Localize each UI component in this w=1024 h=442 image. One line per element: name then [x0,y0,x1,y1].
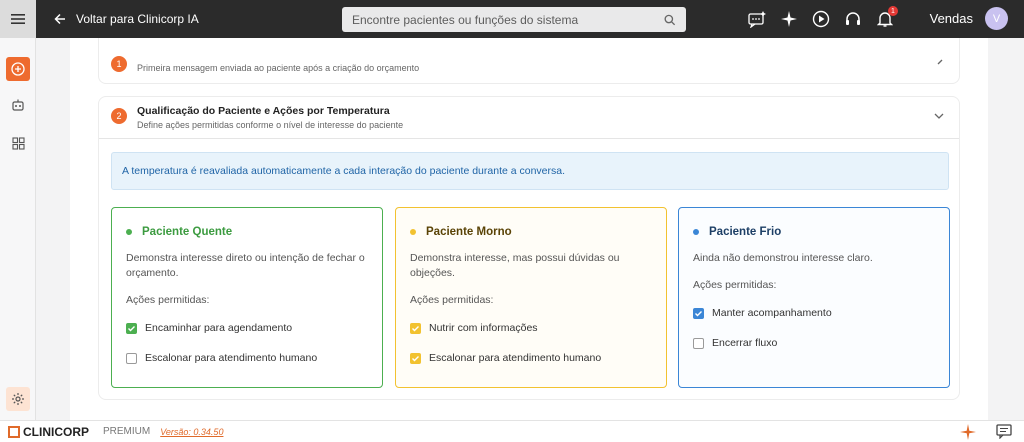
logo-text: CLINICORP [23,424,89,439]
step-number: 2 [111,108,127,124]
section-first-message[interactable]: 1 Primeira mensagem enviada ao paciente … [98,38,960,84]
search-box[interactable] [342,7,686,32]
hamburger-icon [11,14,25,24]
dashboard-button[interactable] [6,131,30,155]
top-bar: Voltar para Clinicorp IA 1 Vendas V [0,0,1024,38]
search-input[interactable] [352,12,665,27]
option-label: Escalonar para atendimento humano [429,352,602,364]
card-warm-patient: Paciente Morno Demonstra interesse, mas … [395,207,667,388]
status-dot [410,229,416,235]
card-title-text: Paciente Frio [709,226,782,238]
robot-button[interactable] [6,93,30,117]
card-cold-patient: Paciente Frio Ainda não demonstrou inter… [678,207,950,388]
card-hot-patient: Paciente Quente Demonstra interesse dire… [111,207,383,388]
bell-icon[interactable]: 1 [874,6,898,30]
card-description: Demonstra interesse, mas possui dúvidas … [410,252,620,279]
add-button[interactable] [6,57,30,81]
user-menu[interactable]: Vendas V [930,7,1008,30]
option-label: Encerrar fluxo [712,337,778,349]
card-description: Ainda não demonstrou interesse claro. [693,252,873,264]
section-subtitle: Primeira mensagem enviada ao paciente ap… [137,63,420,73]
brand-logo: CLINICORP [8,425,89,439]
option-escalate[interactable]: Escalonar para atendimento humano [126,352,317,364]
chevron-down-icon[interactable] [933,111,945,121]
status-dot [126,229,132,235]
checkbox[interactable] [126,322,137,334]
card-title-text: Paciente Quente [142,226,233,238]
option-label: Escalonar para atendimento humano [145,352,318,364]
main-content: 1 Primeira mensagem enviada ao paciente … [70,38,988,420]
option-schedule[interactable]: Encaminhar para agendamento [126,322,292,334]
option-escalate[interactable]: Escalonar para atendimento humano [410,352,601,364]
chat-icon[interactable] [996,424,1012,439]
checkbox[interactable] [126,352,137,364]
robot-icon [12,99,24,111]
menu-button[interactable] [0,0,36,38]
info-banner: A temperatura é reavaliada automaticamen… [111,152,949,190]
section-subtitle: Define ações permitidas conforme o nível… [137,120,404,130]
check-icon [695,310,702,316]
version-link[interactable]: Versão: 0.34.50 [160,427,223,437]
section-qualification: 2 Qualificação do Paciente e Ações por T… [98,96,960,400]
option-end-flow[interactable]: Encerrar fluxo [693,337,777,349]
option-label: Encaminhar para agendamento [145,322,293,334]
actions-label: Ações permitidas: [126,294,210,306]
sidebar [0,38,36,420]
plus-circle-icon [11,62,25,76]
gear-icon [12,393,24,405]
actions-label: Ações permitidas: [410,294,494,306]
card-title: Paciente Morno [410,226,512,238]
back-label: Voltar para Clinicorp IA [76,12,199,26]
option-follow-up[interactable]: Manter acompanhamento [693,307,832,319]
card-title-text: Paciente Morno [426,226,512,238]
plan-label: PREMIUM [103,426,151,437]
notification-badge: 1 [888,6,898,16]
check-icon [412,355,419,361]
checkbox[interactable] [410,352,421,364]
ai-chat-icon[interactable] [746,8,768,30]
clinicorp-logo-icon [8,425,20,438]
section-title: Qualificação do Paciente e Ações por Tem… [137,105,390,117]
settings-button[interactable] [6,387,30,411]
actions-label: Ações permitidas: [693,279,777,291]
headset-icon[interactable] [842,8,864,30]
checkbox[interactable] [693,307,704,319]
status-dot [693,229,699,235]
card-title: Paciente Frio [693,226,781,238]
avatar[interactable]: V [985,7,1008,30]
video-play-icon[interactable] [810,8,832,30]
checkbox[interactable] [410,322,421,334]
grid-icon [11,136,25,150]
footer: CLINICORP PREMIUM Versão: 0.34.50 [0,420,1024,442]
option-label: Nutrir com informações [429,322,538,334]
checkbox[interactable] [693,337,704,349]
card-description: Demonstra interesse direto ou intenção d… [126,252,365,279]
sparkle-icon[interactable] [778,8,800,30]
option-label: Manter acompanhamento [712,307,832,319]
chevron-icon[interactable] [935,56,945,66]
card-title: Paciente Quente [126,226,232,238]
info-text: A temperatura é reavaliada automaticamen… [122,165,566,177]
sparkle-logo-icon[interactable] [960,424,976,440]
search-icon[interactable] [664,14,676,26]
step-number: 1 [111,56,127,72]
user-name: Vendas [929,11,973,26]
arrow-left-icon [54,13,65,25]
back-button[interactable]: Voltar para Clinicorp IA [54,12,199,26]
section-header[interactable]: 2 Qualificação do Paciente e Ações por T… [99,97,959,139]
option-nurture[interactable]: Nutrir com informações [410,322,538,334]
check-icon [128,325,135,331]
check-icon [412,325,419,331]
